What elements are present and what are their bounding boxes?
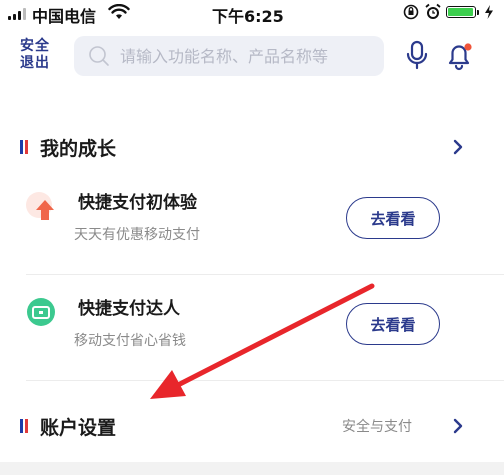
logout-label-line2: 退出 (20, 55, 50, 71)
logout-label-line1: 安全 (20, 38, 50, 54)
carrier-name: 中国电信 (32, 7, 97, 26)
section-flag-icon (20, 140, 29, 154)
growth-item-title: 快捷支付初体验 (78, 193, 197, 213)
growth-section-title: 我的成长 (40, 138, 117, 160)
growth-item-payment-expert[interactable]: 快捷支付达人 移动支付省心省钱 去看看 (0, 286, 504, 386)
view-button[interactable]: 去看看 (346, 197, 440, 239)
alarm-icon (425, 3, 441, 19)
search-input[interactable] (120, 46, 360, 66)
account-section-subtitle: 安全与支付 (342, 419, 412, 435)
battery-icon (446, 6, 476, 18)
status-time: 下午6:25 (212, 7, 284, 26)
view-button[interactable]: 去看看 (346, 303, 440, 345)
growth-item-description: 天天有优惠移动支付 (74, 227, 200, 243)
account-section-title: 账户设置 (40, 417, 117, 439)
orientation-lock-icon (403, 4, 419, 20)
wallet-icon (27, 298, 55, 326)
chevron-right-icon[interactable] (451, 139, 465, 155)
signal-strength-icon (8, 8, 26, 20)
microphone-icon[interactable] (404, 40, 430, 72)
divider (26, 274, 504, 275)
search-icon (89, 46, 109, 66)
growth-section-header[interactable]: 我的成长 (0, 132, 504, 162)
wifi-icon (108, 4, 130, 19)
section-flag-icon (20, 419, 29, 433)
notification-bell-icon[interactable] (444, 40, 476, 72)
arrow-up-icon (26, 192, 54, 220)
charging-icon (485, 5, 493, 19)
battery-cap (477, 10, 479, 15)
bottom-separator (0, 462, 504, 475)
divider (26, 380, 504, 381)
growth-item-first-experience[interactable]: 快捷支付初体验 天天有优惠移动支付 去看看 (0, 180, 504, 280)
search-bar[interactable] (74, 36, 384, 76)
logout-button[interactable]: 安全 退出 (20, 38, 52, 72)
status-bar: 中国电信 下午6:25 (0, 0, 504, 28)
growth-item-title: 快捷支付达人 (78, 299, 180, 319)
chevron-right-icon[interactable] (451, 418, 465, 434)
account-settings-row[interactable]: 账户设置 安全与支付 (0, 411, 504, 441)
growth-item-description: 移动支付省心省钱 (74, 333, 186, 349)
